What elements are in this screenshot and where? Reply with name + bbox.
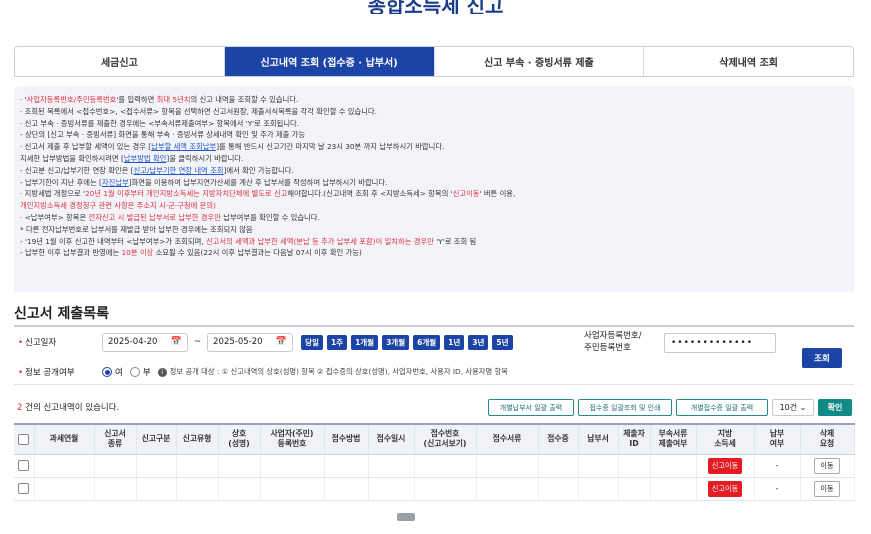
disclosure-row: • 정보 공개여부 여 부 i 정보 공개 대상 : ① 신고내역의 상호(성명)… [18,366,508,378]
notice-line: - 상단의 [신고 부속 · 증빙서류] 화면을 통해 부속 · 증빙서류 상세… [20,130,306,140]
col-header: 납부 여부 [754,423,801,455]
result-count: 2 건의 신고내역이 있습니다. [17,403,120,413]
date-to-input[interactable]: 2025-05-20 📅 [207,332,294,352]
biz-number-label: 사업자등록번호/주민등록번호 [584,331,642,353]
search-button[interactable]: 조회 [802,348,842,368]
col-header: 신고구분 [136,423,177,455]
period-3y-button[interactable]: 3년 [468,334,489,350]
notice-line: - 신고분 신고/납부기한 연장 확인은 [신고/납부기한 연장 내역 조회]에… [20,165,294,175]
col-header: 과세연월 [34,423,95,455]
filing-table: 과세연월 신고서 종류 신고구분 신고유형 상호 (성명) 사업자(주민) 등록… [14,423,855,501]
paid-status: - [754,454,801,478]
pagination[interactable] [397,513,415,521]
notice-line: · 지방세법 개정으로 '20년 1월 이후부터 개인지방소득세는 지방자치단체… [20,189,516,199]
col-header: 접수번호 (신고서보기) [414,423,477,455]
page-title: 종합소득세 신고 [367,0,504,14]
disclosure-label: 정보 공개여부 [25,368,75,378]
table-row: 신고이동 - 이동 [14,454,855,478]
col-header: 신고유형 [176,423,219,455]
period-6m-button[interactable]: 6개월 [413,334,441,350]
extension-link[interactable]: 신고/납부기한 연장 내역 조회 [134,166,224,175]
info-icon: i [157,367,167,377]
col-header: 제출자 ID [618,423,651,455]
print-individual-payment-button[interactable]: 개별납부서 일괄 출력 [488,399,574,416]
calendar-icon[interactable]: 📅 [171,337,182,347]
col-header: 사업자(주민) 등록번호 [260,423,325,455]
col-header: 접수일시 [368,423,415,455]
col-header: 접수방법 [324,423,369,455]
col-header: 상호 (성명) [218,423,261,455]
print-receipts-button[interactable]: 접수증 일괄조회 및 인쇄 [578,399,672,416]
row-checkbox[interactable] [18,460,30,471]
notice-line: - '19년 1월 이후 신고한 내역부터 <납부여부>가 조회되며, 신고서의… [20,236,477,246]
notice-line: - 납부기한이 지난 후에는 [자진납부]화면을 이용하여 납부지연가산세를 계… [20,177,388,187]
col-header: 접수서류 [476,423,539,455]
notice-line: · 신고 부속 · 증빙서류를 제출한 경우에는 <부속서류제출여부> 항목에서… [20,118,300,128]
period-1w-button[interactable]: 1주 [326,334,348,350]
delete-request-button[interactable]: 이동 [814,457,840,474]
col-header: 신고서 종류 [94,423,137,455]
period-5y-button[interactable]: 5년 [492,334,513,350]
local-tax-move-button[interactable]: 신고이동 [707,457,743,474]
page-size-select[interactable]: 10건 ⌄ [772,399,814,416]
date-label: 신고일자 [25,338,57,348]
biz-number-input[interactable]: ••••••••••••• [664,333,776,353]
notice-line: 개인지방소득세 경정청구 관련 사항은 주소지 시·군·구청에 문의) [20,201,216,211]
row-checkbox[interactable] [18,483,30,494]
disclosure-note: 정보 공개 대상 : ① 신고내역의 상호(성명) 항목 ② 접수증의 상호(성… [169,367,508,376]
period-1m-button[interactable]: 1개월 [351,334,379,350]
notice-line: - 납부한 이후 납부결과 반영에는 10분 이상 소요될 수 있음(22시 이… [20,248,362,258]
select-all-checkbox[interactable] [18,433,30,445]
notice-line: · '사업자등록번호/주민등록번호'를 입력하면 최대 5년치의 신고 내역을 … [20,95,299,104]
local-tax-move-button[interactable]: 신고이동 [707,480,743,497]
notice-box: · '사업자등록번호/주민등록번호'를 입력하면 최대 5년치의 신고 내역을 … [14,86,854,292]
tab-attachment-submit[interactable]: 신고 부속 · 증빙서류 제출 [435,47,645,76]
delete-request-button[interactable]: 이동 [814,480,840,497]
col-header: 지방 소득세 [696,423,755,455]
chevron-down-icon: ⌄ [797,403,807,412]
result-toolbar: 2 건의 신고내역이 있습니다. 개별납부서 일괄 출력 접수증 일괄조회 및 … [14,398,854,418]
notice-line: 지세한 납부방법을 확인하시려면 [납부방법 확인]을 클릭하시기 바랍니다. [20,153,244,163]
paid-status: - [754,477,801,501]
period-1y-button[interactable]: 1년 [444,334,465,350]
disclosure-no-radio[interactable]: 부 [129,366,151,378]
date-row: • 신고일자 2025-04-20 📅 ~ 2025-05-20 📅 당일 1주 1개… [14,329,513,355]
tab-tax-filing[interactable]: 세금신고 [15,47,225,76]
period-today-button[interactable]: 당일 [301,334,323,350]
col-header: 부속서류 제출여부 [650,423,697,455]
period-3m-button[interactable]: 3개월 [382,334,410,350]
table-row: 신고이동 - 이동 [14,477,855,501]
section-title: 신고서 제출목록 [14,306,110,322]
date-from-input[interactable]: 2025-04-20 📅 [102,332,188,352]
print-individual-receipts-button[interactable]: 개별접수증 일괄 출력 [676,399,768,416]
pay-method-link[interactable]: 납부방법 확인 [124,154,167,163]
notice-line: · 조회된 목록에서 <접수번호>, <접수서류> 항목을 선택하면 신고서원장… [20,106,377,116]
pay-tax-link[interactable]: 납부할 세액 조회납부 [151,142,216,151]
search-form: • 신고일자 2025-04-20 📅 ~ 2025-05-20 📅 당일 1주 1개… [14,325,854,385]
tab-bar: 세금신고 신고내역 조회 (접수증 · 납부서) 신고 부속 · 증빙서류 제출… [14,46,854,77]
tab-deleted-history[interactable]: 삭제내역 조회 [644,47,853,76]
confirm-button[interactable]: 확인 [818,399,852,416]
notice-line: * 다른 전자납부번호로 납부서를 재발급 받아 납부한 경우에는 조회되지 않… [20,224,253,234]
tab-filing-history[interactable]: 신고내역 조회 (접수증 · 납부서) [224,47,435,76]
self-pay-link[interactable]: 자진납부 [102,178,129,187]
table-header-row: 과세연월 신고서 종류 신고구분 신고유형 상호 (성명) 사업자(주민) 등록… [14,423,855,455]
col-header: 접수증 [538,423,579,455]
notice-line: · 신고서 제출 후 납부할 세액이 있는 경우 [납부할 세액 조회납부]를 … [20,142,445,152]
col-header: 납부서 [578,423,619,455]
notice-line: · <납부여부> 항목은 전자신고 시 발급된 납부서로 납부한 경우만 납부여… [20,212,320,222]
col-header: 삭제 요청 [800,423,855,455]
calendar-icon[interactable]: 📅 [276,337,287,347]
disclosure-yes-radio[interactable]: 여 [102,366,123,378]
